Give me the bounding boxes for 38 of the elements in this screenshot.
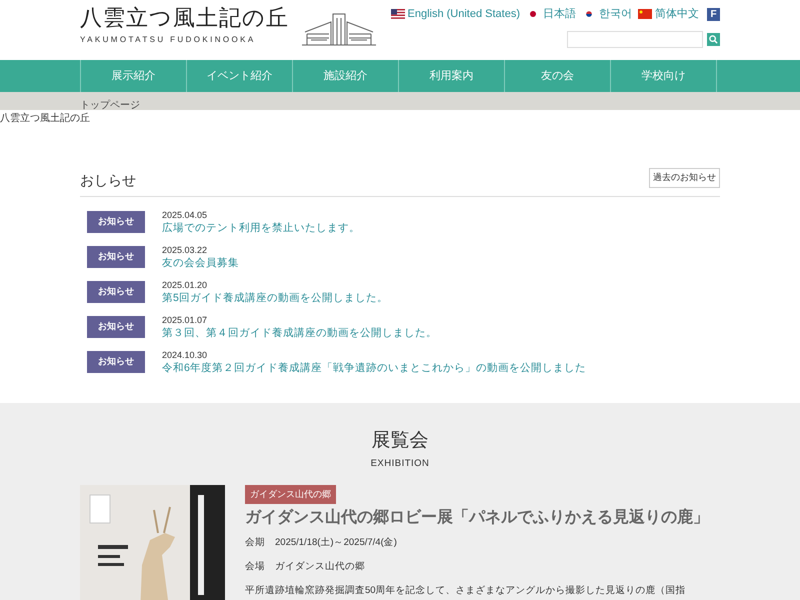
language-link[interactable]: 日本語 bbox=[526, 6, 576, 22]
news-link[interactable]: 第5回ガイド養成講座の動画を公開しました。 bbox=[162, 290, 388, 304]
flag-icon bbox=[638, 9, 652, 20]
news-date: 2025.03.22 bbox=[162, 244, 208, 256]
news-link[interactable]: 広場でのテント利用を禁止いたします。 bbox=[162, 220, 360, 234]
category-tag: お知らせ bbox=[87, 316, 145, 338]
news-date: 2025.01.07 bbox=[162, 314, 208, 326]
section-heading: 展覧会 bbox=[372, 428, 428, 452]
section-subtitle: EXHIBITION bbox=[370, 456, 430, 470]
site-subtitle: YAKUMOTATSU FUDOKINOOKA bbox=[80, 34, 257, 46]
breadcrumb-link[interactable]: トップページ bbox=[80, 100, 140, 111]
language-link[interactable]: 한국어 bbox=[582, 6, 632, 22]
news-date: 2025.01.20 bbox=[162, 278, 208, 290]
category-tag: ガイダンス山代の郷 bbox=[245, 484, 336, 504]
news-date: 2025.04.05 bbox=[162, 208, 208, 220]
exhibition-title[interactable]: ガイダンス山代の郷ロビー展「パネルでふりかえる見返りの鹿」 bbox=[245, 508, 709, 528]
news-link[interactable]: 友の会会員募集 bbox=[162, 256, 239, 270]
category-tag: お知らせ bbox=[87, 280, 145, 302]
news-date: 2024.10.30 bbox=[162, 348, 208, 360]
language-link[interactable]: English (United States) bbox=[390, 6, 520, 22]
exhibition-description: 平所遺跡埴輪窯跡発掘調査50周年を記念して、さまざまなアングルから撮影した見返りの鹿（国指 bbox=[245, 584, 686, 598]
news-link[interactable]: 令和6年度第２回ガイド養成講座「戦争遺跡のいまとこれから」の動画を公開しました bbox=[162, 360, 586, 374]
news-link[interactable]: 第３回、第４回ガイド養成講座の動画を公開しました。 bbox=[162, 326, 437, 340]
category-tag: お知らせ bbox=[87, 246, 145, 268]
exhibition-venue: 会場 ガイダンス山代の郷 bbox=[245, 560, 365, 574]
category-tag: お知らせ bbox=[87, 350, 145, 372]
broken-image-alt-text: 八雲立つ風土記の丘 bbox=[0, 112, 90, 126]
search-field[interactable] bbox=[567, 30, 703, 48]
social-button[interactable]: F bbox=[707, 8, 720, 21]
archive-button[interactable]: 過去のお知らせ bbox=[649, 168, 720, 188]
site-title[interactable]: 八雲立つ風土記の丘 bbox=[80, 4, 289, 32]
language-link[interactable]: 简体中文 bbox=[638, 6, 699, 22]
exhibition-period: 会期 2025/1/18(土)～2025/7/4(金) bbox=[245, 536, 397, 550]
flag-icon bbox=[390, 9, 404, 20]
section-heading: おしらせ bbox=[80, 170, 136, 190]
search-button[interactable] bbox=[707, 32, 720, 46]
building-icon bbox=[301, 12, 377, 46]
category-tag: お知らせ bbox=[87, 210, 145, 232]
